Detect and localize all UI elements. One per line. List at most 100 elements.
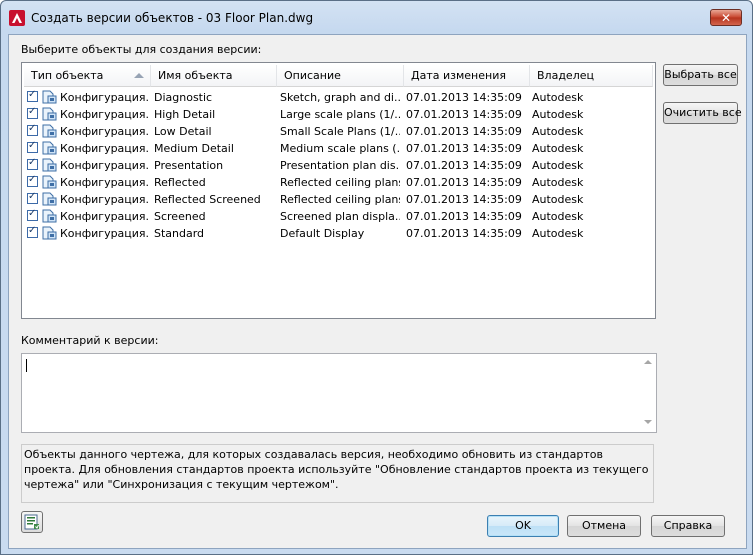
column-header-label: Описание (284, 69, 341, 82)
row-checkbox[interactable]: ✓ (27, 140, 38, 153)
help-button[interactable]: Справка (651, 515, 725, 537)
column-header-date[interactable]: Дата изменения (404, 65, 530, 87)
row-cell-name: Reflected Screened (154, 193, 261, 206)
column-header-description[interactable]: Описание (277, 65, 404, 87)
row-cell-owner: Autodesk (532, 125, 584, 138)
table-row[interactable]: ✓ Конфигурация... Reflected Screened Reflec… (22, 191, 653, 208)
display-configuration-icon (42, 124, 57, 138)
row-cell-description: Small Scale Plans (1/... (280, 125, 400, 138)
scroll-up-icon[interactable] (644, 360, 652, 364)
table-row[interactable]: ✓ Конфигурация... High Detail Large scale p… (22, 106, 653, 123)
select-all-label: Выбрать все (664, 68, 737, 81)
row-cell-name: Medium Detail (154, 142, 234, 155)
clear-all-button[interactable]: Очистить все (663, 102, 742, 124)
table-row[interactable]: ✓ Конфигурация... Diagnostic Sketch, graph … (22, 89, 653, 106)
list-label: Выберите объекты для создания версии: (21, 43, 262, 56)
row-cell-name: Presentation (154, 159, 224, 172)
row-cell-date: 07.01.2013 14:35:09 (406, 108, 522, 121)
checkmark-icon: ✓ (28, 123, 37, 134)
column-header-label: Дата изменения (411, 69, 506, 82)
row-cell-type: Конфигурация... (60, 91, 150, 104)
title-bar[interactable]: Создать версии объектов - 03 Floor Plan.… (1, 1, 752, 35)
row-checkbox[interactable]: ✓ (27, 191, 38, 204)
checkmark-icon: ✓ (28, 89, 37, 100)
column-header-type[interactable]: Тип объекта (24, 65, 151, 87)
text-caret (26, 359, 27, 372)
ok-button[interactable]: OK (487, 515, 559, 537)
window-title: Создать версии объектов - 03 Floor Plan.… (31, 11, 314, 25)
row-cell-description: Screened plan displa... (280, 210, 400, 223)
info-text: Объекты данного чертежа, для которых соз… (24, 448, 649, 491)
row-cell-date: 07.01.2013 14:35:09 (406, 193, 522, 206)
row-checkbox[interactable]: ✓ (27, 123, 38, 136)
row-cell-type: Конфигурация... (60, 210, 150, 223)
clear-all-label: Очистить все (664, 106, 742, 119)
ok-label: OK (515, 519, 531, 532)
comment-label: Комментарий к версии: (21, 334, 159, 347)
row-cell-date: 07.01.2013 14:35:09 (406, 125, 522, 138)
table-row[interactable]: ✓ Конфигурация... Screened Screened plan di… (22, 208, 653, 225)
checkmark-icon: ✓ (28, 106, 37, 117)
row-cell-description: Reflected ceiling plans (280, 193, 400, 206)
row-cell-type: Конфигурация... (60, 227, 150, 240)
row-cell-date: 07.01.2013 14:35:09 (406, 159, 522, 172)
display-configuration-icon (42, 209, 57, 223)
select-all-button[interactable]: Выбрать все (663, 64, 738, 86)
row-cell-type: Конфигурация... (60, 193, 150, 206)
row-cell-owner: Autodesk (532, 193, 584, 206)
row-cell-description: Presentation plan dis... (280, 159, 400, 172)
row-checkbox[interactable]: ✓ (27, 106, 38, 119)
row-cell-owner: Autodesk (532, 176, 584, 189)
row-cell-description: Medium scale plans (... (280, 142, 400, 155)
row-cell-owner: Autodesk (532, 108, 584, 121)
row-checkbox[interactable]: ✓ (27, 89, 38, 102)
table-row[interactable]: ✓ Конфигурация... Medium Detail Medium scal… (22, 140, 653, 157)
row-cell-owner: Autodesk (532, 227, 584, 240)
display-configuration-icon (42, 158, 57, 172)
row-cell-name: High Detail (154, 108, 216, 121)
display-configuration-icon (42, 226, 57, 240)
help-label: Справка (663, 519, 713, 532)
row-checkbox[interactable]: ✓ (27, 225, 38, 238)
standards-icon-button[interactable] (21, 511, 43, 533)
checkmark-icon: ✓ (28, 208, 37, 219)
row-cell-date: 07.01.2013 14:35:09 (406, 227, 522, 240)
scroll-down-icon[interactable] (644, 420, 652, 424)
row-cell-type: Конфигурация... (60, 142, 150, 155)
checkmark-icon: ✓ (28, 157, 37, 168)
checkmark-icon: ✓ (28, 225, 37, 236)
standards-sync-icon (24, 514, 39, 530)
display-configuration-icon (42, 90, 57, 104)
dialog-body: Выберите объекты для создания версии: Ти… (8, 34, 747, 549)
row-cell-description: Large scale plans (1/... (280, 108, 400, 121)
table-row[interactable]: ✓ Конфигурация... Low Detail Small Scale Pl… (22, 123, 653, 140)
table-row[interactable]: ✓ Конфигурация... Presentation Presentation… (22, 157, 653, 174)
row-cell-name: Low Detail (154, 125, 212, 138)
row-checkbox[interactable]: ✓ (27, 174, 38, 187)
row-cell-date: 07.01.2013 14:35:09 (406, 176, 522, 189)
close-button[interactable]: ✕ (710, 9, 742, 26)
row-cell-type: Конфигурация... (60, 176, 150, 189)
display-configuration-icon (42, 141, 57, 155)
row-cell-name: Diagnostic (154, 91, 213, 104)
row-cell-name: Screened (154, 210, 206, 223)
objects-listview[interactable]: Тип объекта Имя объекта Описание Дата из… (21, 62, 656, 319)
column-header-label: Владелец (537, 69, 594, 82)
comment-textarea[interactable] (21, 353, 657, 433)
row-cell-owner: Autodesk (532, 210, 584, 223)
checkmark-icon: ✓ (28, 174, 37, 185)
cancel-button[interactable]: Отмена (567, 515, 641, 537)
table-row[interactable]: ✓ Конфигурация... Standard Default Display 0… (22, 225, 653, 242)
column-header-owner[interactable]: Владелец (530, 65, 653, 87)
comment-scrollbar[interactable] (639, 354, 656, 430)
row-checkbox[interactable]: ✓ (27, 157, 38, 170)
checkmark-icon: ✓ (28, 140, 37, 151)
display-configuration-icon (42, 107, 57, 121)
column-header-name[interactable]: Имя объекта (151, 65, 277, 87)
sort-ascending-icon (134, 73, 144, 78)
row-cell-name: Standard (154, 227, 205, 240)
display-configuration-icon (42, 192, 57, 206)
row-checkbox[interactable]: ✓ (27, 208, 38, 221)
table-row[interactable]: ✓ Конфигурация... Reflected Reflected ceili… (22, 174, 653, 191)
row-cell-type: Конфигурация... (60, 159, 150, 172)
